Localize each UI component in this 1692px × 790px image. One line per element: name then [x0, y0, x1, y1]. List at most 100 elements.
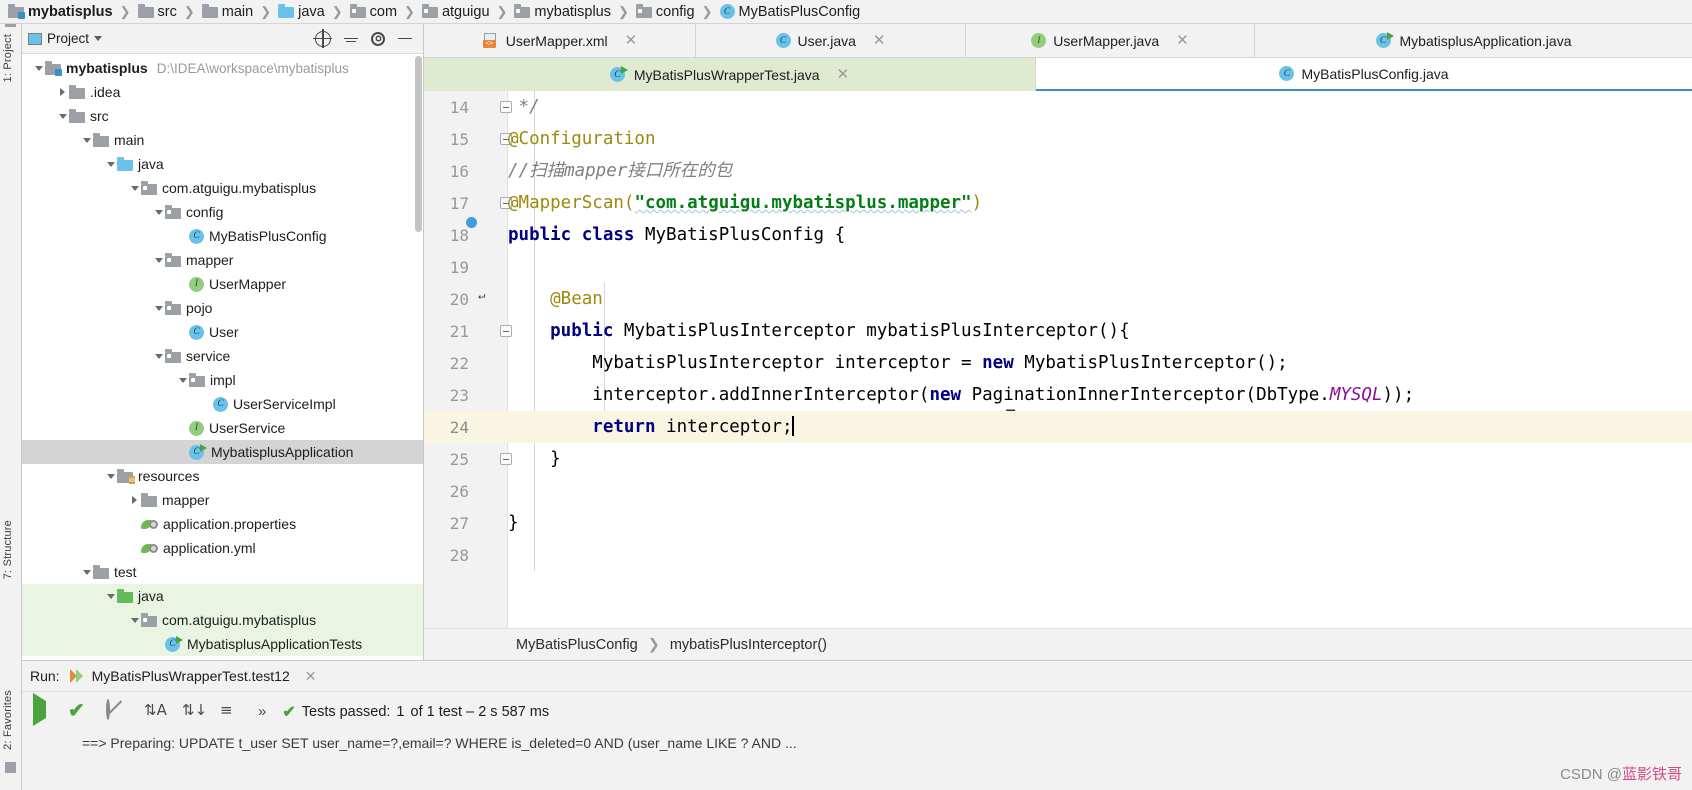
gutter-line-20[interactable]: 20 — [424, 283, 508, 315]
tree-item-pojo[interactable]: pojo — [22, 296, 423, 320]
tab-usermapper-xml[interactable]: <> UserMapper.xml ✕ — [424, 24, 696, 57]
breadcrumb-item-mybatisplusconfig[interactable]: C MyBatisPlusConfig — [718, 0, 863, 24]
show-passed-icon[interactable]: ✔ — [68, 701, 90, 723]
tree-item-mybatisplusapplicationtests[interactable]: C MybatisplusApplicationTests — [22, 632, 423, 656]
tree-item-mybatisplusapplication[interactable]: C MybatisplusApplication — [22, 440, 423, 464]
tree-item-java[interactable]: java — [22, 152, 423, 176]
sort-alphabetically-icon[interactable]: ⇅A — [144, 701, 167, 723]
breadcrumb-item-com[interactable]: com — [348, 0, 399, 24]
breadcrumb-item-mybatisplus[interactable]: mybatisplus — [6, 0, 115, 24]
locate-icon[interactable] — [313, 28, 332, 48]
breadcrumb-item-config[interactable]: config — [634, 0, 697, 24]
tree-item-usermapper[interactable]: I UserMapper — [22, 272, 423, 296]
twisty-expanded-icon[interactable] — [152, 353, 165, 359]
tree-item-config[interactable]: config — [22, 200, 423, 224]
tree-item-application-properties[interactable]: application.properties — [22, 512, 423, 536]
twisty-expanded-icon[interactable] — [128, 617, 141, 623]
gutter-line-18[interactable]: 18 — [424, 219, 508, 251]
twisty-collapsed-icon[interactable] — [56, 88, 69, 96]
tab-user-java[interactable]: C User.java ✕ — [696, 24, 966, 57]
gutter-line-22[interactable]: 22 — [424, 347, 508, 379]
project-tree[interactable]: mybatisplus D:\IDEA\workspace\mybatisplus… — [22, 54, 423, 658]
bean-gutter-icon[interactable] — [475, 290, 493, 308]
twisty-expanded-icon[interactable] — [176, 377, 189, 383]
twisty-collapsed-icon[interactable] — [128, 496, 141, 504]
settings-gear-icon[interactable] — [371, 31, 385, 46]
tree-item-mapper[interactable]: mapper — [22, 248, 423, 272]
gutter-line-28[interactable]: 28 — [424, 539, 508, 571]
twisty-expanded-icon[interactable] — [152, 257, 165, 263]
twisty-expanded-icon[interactable] — [32, 65, 45, 71]
gutter-line-24[interactable]: 24 — [424, 411, 508, 443]
editor-breadcrumb-class[interactable]: MyBatisPlusConfig — [516, 637, 638, 653]
tab-mybatispluswrappertest-java[interactable]: C MyBatisPlusWrapperTest.java ✕ — [424, 58, 1036, 91]
tree-item-main[interactable]: main — [22, 128, 423, 152]
twisty-expanded-icon[interactable] — [104, 593, 117, 599]
code-line-17[interactable]: @MapperScan("com.atguigu.mybatisplus.map… — [508, 187, 982, 219]
tree-item-mybatisplusconfig[interactable]: C MyBatisPlusConfig — [22, 224, 423, 248]
tree-item-userservice[interactable]: I UserService — [22, 416, 423, 440]
gutter-line-21[interactable]: 21 — [424, 315, 512, 347]
tree-item-mybatisplus[interactable]: mybatisplus D:\IDEA\workspace\mybatisplus — [22, 56, 423, 80]
gutter-line-14[interactable]: 14 — [424, 91, 512, 123]
twisty-expanded-icon[interactable] — [80, 137, 93, 143]
code-line-22[interactable]: MybatisPlusInterceptor interceptor = new… — [508, 347, 1287, 379]
twisty-expanded-icon[interactable] — [56, 113, 69, 119]
twisty-expanded-icon[interactable] — [104, 473, 117, 479]
gutter-line-23[interactable]: 23 — [424, 379, 508, 411]
tab-mybatisplusconfig-java[interactable]: C MyBatisPlusConfig.java — [1036, 58, 1692, 91]
tree-item-user[interactable]: C User — [22, 320, 423, 344]
code-editor[interactable]: 141516171819202122232425262728 I */@Conf… — [424, 91, 1692, 628]
dismiss-icon[interactable] — [106, 698, 128, 723]
tree-item-service[interactable]: service — [22, 344, 423, 368]
gutter-line-17[interactable]: 17 — [424, 187, 512, 219]
twisty-expanded-icon[interactable] — [128, 185, 141, 191]
tree-item-java[interactable]: java — [22, 584, 423, 608]
code-line-16[interactable]: //扫描mapper接口所在的包 — [508, 155, 732, 187]
tree-item-resources[interactable]: resources — [22, 464, 423, 488]
project-title-button[interactable]: Project — [28, 31, 103, 46]
twisty-expanded-icon[interactable] — [80, 569, 93, 575]
code-line-18[interactable]: public class MyBatisPlusConfig { — [508, 219, 845, 251]
gutter-line-26[interactable]: 26 — [424, 475, 508, 507]
tree-item-impl[interactable]: impl — [22, 368, 423, 392]
tab-close-icon[interactable]: ✕ — [1176, 33, 1189, 48]
tree-item-com-atguigu-mybatisplus[interactable]: com.atguigu.mybatisplus — [22, 176, 423, 200]
breadcrumb-item-main[interactable]: main — [200, 0, 255, 24]
gutter-line-19[interactable]: 19 — [424, 251, 508, 283]
tab-close-icon[interactable]: ✕ — [625, 33, 638, 48]
tree-item-application-yml[interactable]: application.yml — [22, 536, 423, 560]
run-configuration-tab[interactable]: MyBatisPlusWrapperTest.test12 ✕ — [69, 668, 316, 685]
editor-gutter[interactable]: 14 15 16 17 18 19 20 21 22 23 24 25 26 27 28 — [424, 91, 512, 628]
rail-item-structure[interactable]: 7: Structure — [2, 520, 14, 579]
twisty-expanded-icon[interactable] — [104, 161, 117, 167]
code-line-27[interactable]: } — [508, 507, 519, 539]
breadcrumb-item-src[interactable]: src — [136, 0, 179, 24]
more-options-icon[interactable]: » — [258, 703, 266, 720]
code-line-14[interactable]: */ — [508, 91, 540, 123]
sort-by-duration-icon[interactable]: ⇅↓ — [182, 701, 207, 723]
tree-item-userserviceimpl[interactable]: C UserServiceImpl — [22, 392, 423, 416]
code-line-24[interactable]: return interceptor; — [508, 411, 794, 443]
gutter-line-25[interactable]: 25 — [424, 443, 512, 475]
hide-panel-icon[interactable] — [397, 31, 413, 47]
gutter-line-15[interactable]: 15 — [424, 123, 512, 155]
collapse-all-icon[interactable] — [343, 31, 359, 47]
editor-breadcrumb-method[interactable]: mybatisPlusInterceptor() — [670, 637, 827, 653]
code-line-20[interactable]: @Bean — [508, 283, 603, 315]
tab-close-icon[interactable]: ✕ — [873, 33, 886, 48]
expand-collapse-icon[interactable]: ≡ — [220, 701, 242, 723]
rerun-icon[interactable] — [30, 692, 52, 726]
tree-scrollbar[interactable] — [415, 56, 422, 232]
breadcrumb-item-mybatisplus-pkg[interactable]: mybatisplus — [512, 0, 613, 24]
code-line-21[interactable]: public MybatisPlusInterceptor mybatisPlu… — [508, 315, 1130, 347]
code-line-23[interactable]: interceptor.addInnerInterceptor(new Pagi… — [508, 379, 1414, 411]
tab-close-icon[interactable]: ✕ — [837, 67, 850, 82]
rail-item-project[interactable]: 1: Project — [2, 34, 14, 82]
gutter-line-16[interactable]: 16 — [424, 155, 508, 187]
tab-usermapper-java[interactable]: I UserMapper.java ✕ — [966, 24, 1255, 57]
gutter-line-27[interactable]: 27 — [424, 507, 508, 539]
rail-item-favorites[interactable]: 2: Favorites — [2, 690, 14, 750]
code-line-25[interactable]: } — [508, 443, 561, 475]
breadcrumb-item-java[interactable]: java — [276, 0, 327, 24]
